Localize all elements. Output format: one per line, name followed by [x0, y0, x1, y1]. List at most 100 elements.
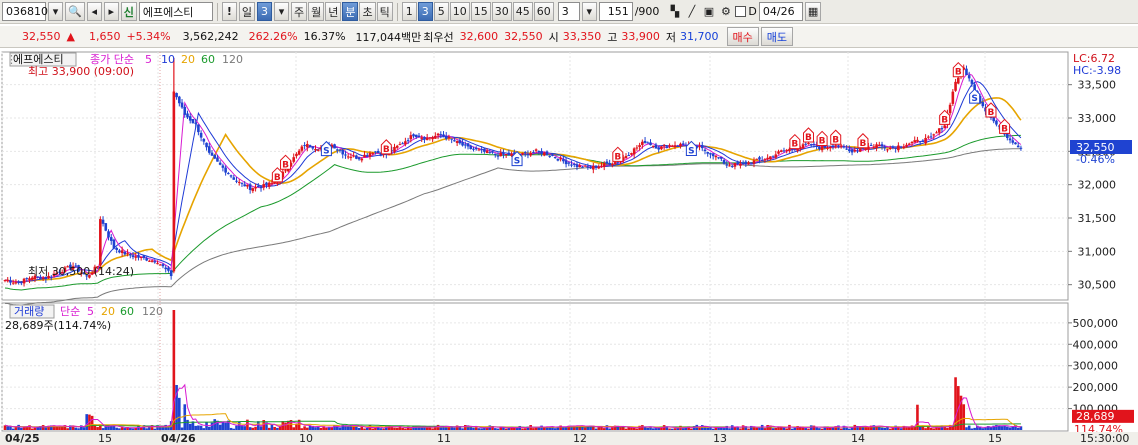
volume-bar — [739, 428, 742, 430]
volume-bar — [186, 419, 189, 430]
candle-body — [493, 153, 497, 155]
period-tab-3[interactable]: 분 — [342, 2, 359, 21]
volume-bar — [58, 426, 61, 430]
date-checkbox[interactable] — [735, 6, 747, 17]
volume-bar — [99, 425, 102, 430]
credit-badge: 신 — [120, 2, 137, 21]
indicator-icon[interactable]: ▚ — [667, 2, 682, 21]
period-tab-5[interactable]: 틱 — [376, 2, 393, 21]
candle-body — [916, 139, 919, 142]
period-day-button[interactable]: 일 — [238, 2, 255, 21]
period-tab-4[interactable]: 초 — [359, 2, 376, 21]
candle-body — [158, 264, 162, 266]
volume-bar — [101, 428, 105, 430]
date-field[interactable]: 04/26 — [758, 2, 803, 21]
stock-name-field[interactable]: 에프에스티 — [138, 2, 213, 21]
candle-body — [480, 149, 483, 151]
candle-body — [809, 144, 813, 146]
alert-button[interactable]: ! — [221, 2, 237, 21]
range-field[interactable]: 151 — [598, 2, 633, 21]
settings-gear-icon[interactable]: ⚙ — [718, 2, 733, 21]
candle-body — [412, 134, 415, 137]
buy-button[interactable]: 매수 — [726, 27, 759, 46]
volume-bar — [276, 427, 279, 430]
candle-body — [338, 149, 342, 151]
price-axis-label: 32,000 — [1078, 179, 1117, 192]
quote-info-row: 32,550 ▲ 1,650 +5.34% 3,562,242 262.26% … — [0, 26, 1138, 48]
volume-bar — [888, 428, 892, 430]
candle-body — [1014, 142, 1017, 145]
minute-button-10[interactable]: 10 — [449, 2, 470, 21]
minute-button-5[interactable]: 5 — [433, 2, 449, 21]
candle-body — [224, 167, 227, 173]
candle-body — [1008, 138, 1012, 141]
period-number-field[interactable]: 3 — [256, 2, 272, 21]
count-field[interactable]: 3 — [557, 2, 580, 21]
stock-code-field[interactable]: 036810 — [2, 2, 48, 21]
candle-body — [545, 151, 549, 156]
minute-button-60[interactable]: 60 — [533, 2, 554, 21]
volume-bar — [804, 428, 808, 430]
save-icon[interactable]: ▣ — [701, 2, 716, 21]
search-icon[interactable]: 🔍 — [65, 2, 85, 21]
candle-body — [807, 142, 810, 145]
period-tab-1[interactable]: 월 — [308, 2, 325, 21]
candle-body — [466, 143, 470, 147]
time-axis-label: 13 — [713, 432, 727, 445]
candle-body — [246, 184, 249, 187]
candle-body — [365, 155, 369, 157]
volume-bar — [439, 427, 443, 430]
best-quote-label: 최우선 — [423, 30, 454, 44]
period-tab-2[interactable]: 년 — [325, 2, 342, 21]
candle-body — [842, 146, 846, 148]
candle-body — [401, 143, 404, 145]
candle-body — [643, 140, 647, 143]
candle-body — [276, 182, 279, 184]
volume-bar — [25, 427, 29, 430]
minute-button-1[interactable]: 1 — [401, 2, 417, 21]
candle-body — [788, 148, 791, 152]
prev-stock-icon[interactable]: ◂ — [86, 2, 102, 21]
candle-body — [918, 141, 922, 143]
volume-bar — [845, 427, 848, 430]
candle-body — [194, 122, 197, 124]
candle-body — [965, 68, 968, 75]
volume-bar — [523, 428, 527, 430]
period-tab-0[interactable]: 주 — [290, 2, 308, 21]
volume-bar — [1000, 426, 1004, 430]
volume-ratio: 262.26% — [248, 30, 298, 43]
candle-body — [848, 149, 851, 152]
minute-button-15[interactable]: 15 — [470, 2, 491, 21]
volume-bar — [651, 428, 655, 430]
draw-tool-icon[interactable]: ╱ — [684, 2, 699, 21]
open-price: 33,350 — [562, 30, 602, 43]
candle-body — [458, 140, 462, 144]
count-dropdown-icon[interactable]: ▾ — [581, 2, 597, 21]
sell-button[interactable]: 매도 — [760, 27, 794, 46]
volume-value: 3,562,242 — [182, 30, 239, 43]
calendar-icon[interactable]: ▦ — [804, 2, 822, 21]
volume-bar — [504, 428, 508, 430]
candlestick-chart[interactable]: BBSBSBSBBBBBBBSBB 33,50033,00032,50032,0… — [0, 50, 1138, 445]
code-dropdown-icon[interactable]: ▾ — [48, 2, 63, 21]
candle-body — [826, 147, 829, 149]
menu-dots-icon[interactable]: ⋮ — [6, 53, 17, 66]
signal-letter: B — [941, 115, 948, 125]
candle-body — [431, 137, 434, 140]
candle-body — [700, 145, 704, 149]
candle-body — [485, 150, 489, 153]
bid-price: 32,550 — [504, 30, 543, 43]
minute-button-45[interactable]: 45 — [512, 2, 533, 21]
candle-body — [259, 186, 263, 189]
volume-bar — [608, 428, 611, 430]
candle-body — [9, 280, 12, 283]
minute-button-30[interactable]: 30 — [491, 2, 512, 21]
period-dropdown-icon[interactable]: ▾ — [273, 2, 289, 21]
candle-body — [534, 149, 538, 151]
volume-bar — [17, 424, 20, 430]
volume-bar — [284, 422, 287, 430]
divider — [216, 2, 218, 21]
minute-button-3[interactable]: 3 — [417, 2, 433, 21]
next-stock-icon[interactable]: ▸ — [103, 2, 119, 21]
candle-body — [142, 255, 146, 258]
